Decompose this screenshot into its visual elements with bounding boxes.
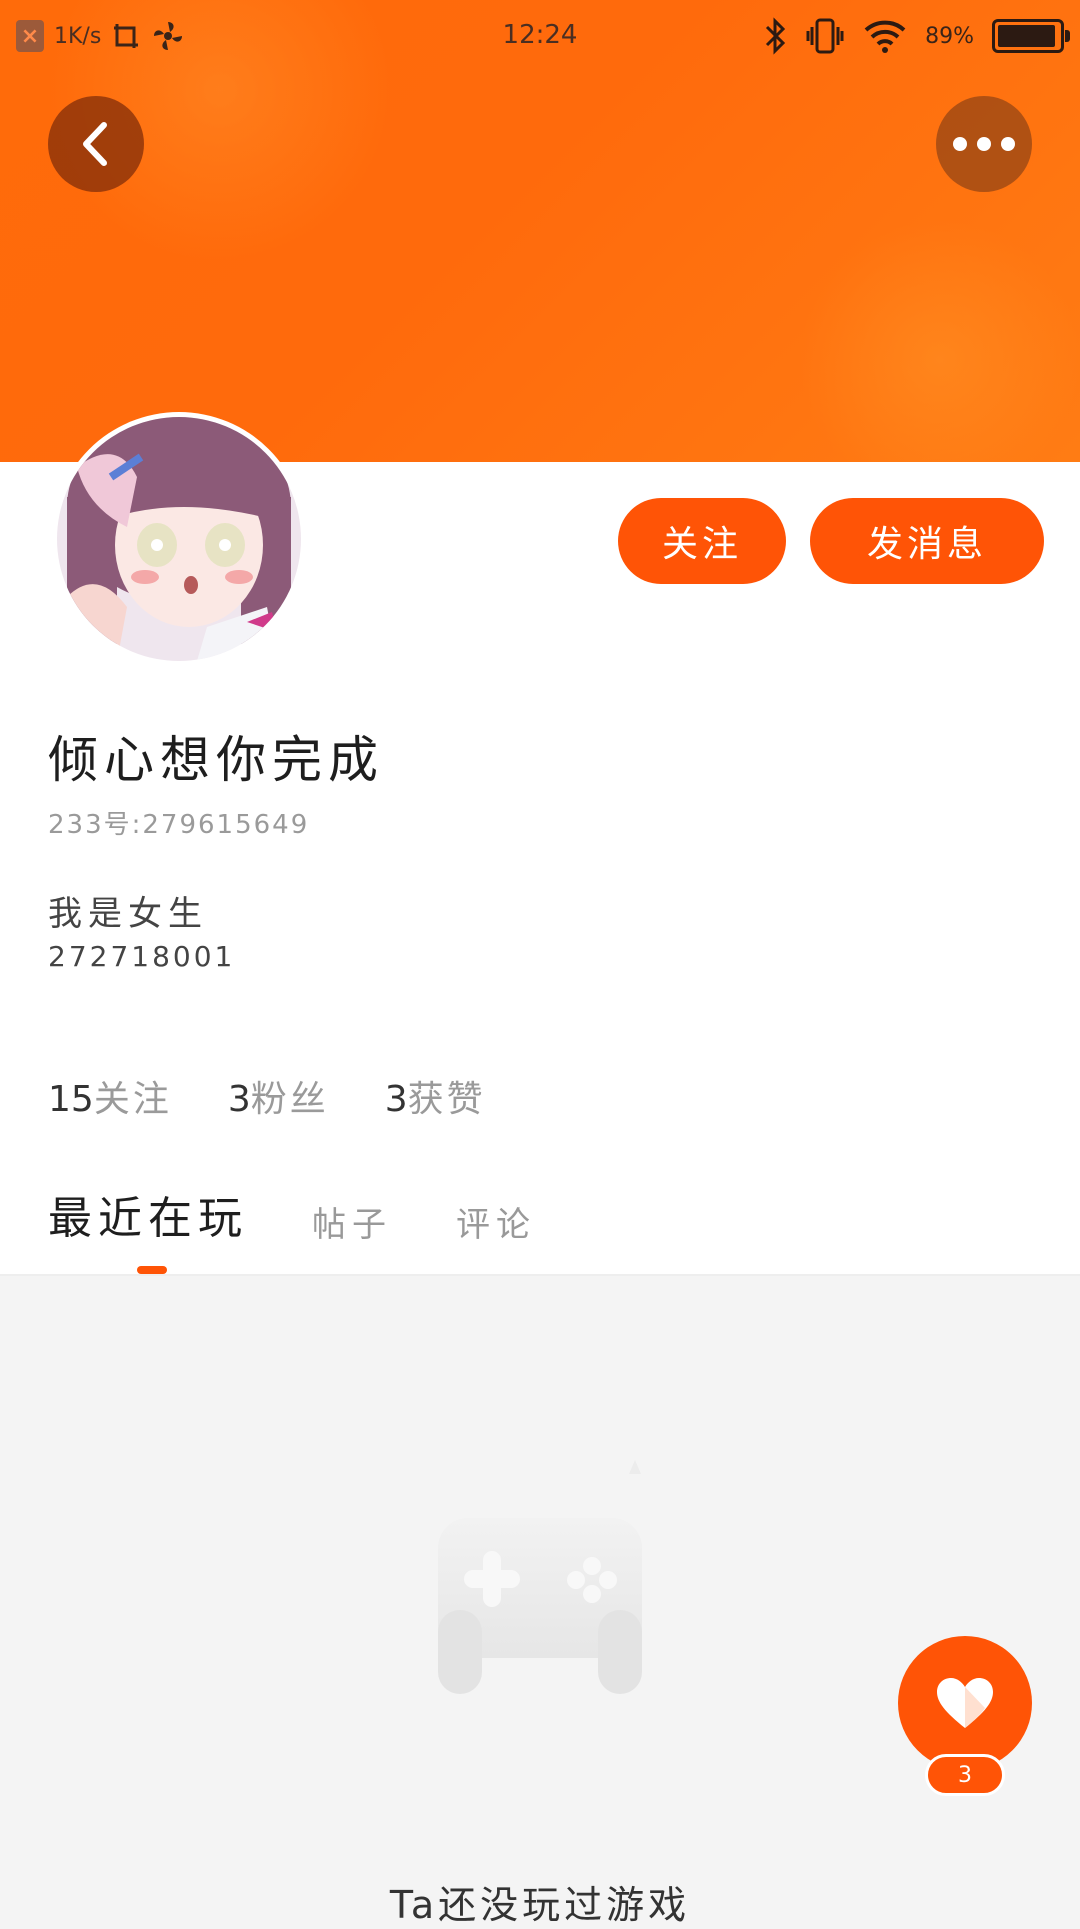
battery-percent: 89% — [925, 23, 974, 49]
stat-fans[interactable]: 3粉丝 — [228, 1070, 329, 1122]
profile-stats: 15关注 3粉丝 3获赞 — [48, 1070, 486, 1122]
more-button[interactable] — [936, 96, 1032, 192]
stat-following[interactable]: 15关注 — [48, 1070, 172, 1122]
like-button[interactable] — [898, 1636, 1032, 1770]
empty-state-illustration — [380, 1430, 700, 1710]
active-tab-indicator — [137, 1266, 167, 1274]
bluetooth-icon — [766, 17, 786, 55]
empty-state-text: Ta还没玩过游戏 — [389, 1883, 691, 1927]
tab-recently-played[interactable]: 最近在玩 — [48, 1182, 248, 1246]
send-message-button[interactable]: 发消息 — [810, 498, 1044, 584]
tab-comments[interactable]: 评论 — [456, 1197, 536, 1246]
battery-icon — [992, 19, 1070, 53]
user-bio: 我是女生 — [48, 894, 208, 934]
status-right: 89% — [763, 14, 1070, 58]
gamepad-icon — [438, 1460, 642, 1694]
user-name: 倾心想你完成 — [48, 731, 384, 789]
stat-following-label: 关注 — [93, 1079, 172, 1120]
status-bar: × 1K/s 12:24 89% — [0, 0, 1080, 72]
vibrate-icon — [806, 18, 844, 54]
profile-tabs: 最近在玩 帖子 评论 — [48, 1182, 536, 1246]
stat-following-count: 15 — [48, 1079, 94, 1120]
stat-fans-label: 粉丝 — [250, 1079, 329, 1120]
tab-divider — [0, 1274, 1080, 1276]
user-bio-line2: 272718001 — [48, 940, 236, 973]
stat-likes[interactable]: 3获赞 — [385, 1070, 486, 1122]
stat-likes-count: 3 — [384, 1079, 408, 1120]
heart-icon — [937, 1678, 993, 1728]
more-dots-icon — [953, 137, 1015, 151]
stat-fans-count: 3 — [227, 1079, 251, 1120]
user-id: 233号:279615649 — [48, 810, 310, 840]
stat-likes-label: 获赞 — [407, 1079, 486, 1120]
avatar[interactable] — [52, 412, 306, 666]
chevron-left-icon — [83, 122, 107, 166]
tab-posts[interactable]: 帖子 — [312, 1197, 392, 1246]
like-count-badge: 3 — [925, 1754, 1005, 1796]
follow-button[interactable]: 关注 — [618, 498, 786, 584]
back-button[interactable] — [48, 96, 144, 192]
avatar-image — [57, 417, 301, 661]
wifi-icon — [864, 20, 906, 53]
